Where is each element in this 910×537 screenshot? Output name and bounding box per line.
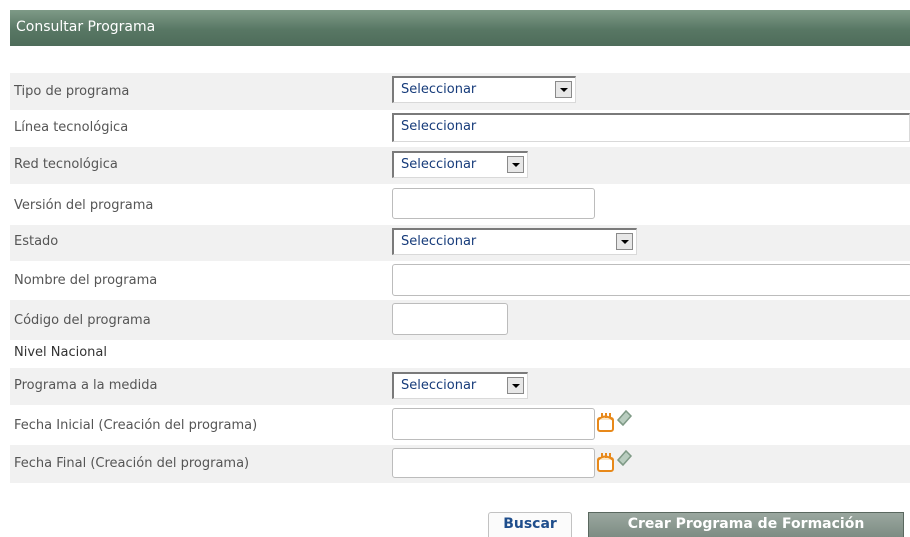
crear-programa-button[interactable]: Crear Programa de Formación <box>588 512 904 537</box>
label-nombre-programa: Nombre del programa <box>14 273 158 288</box>
linea-tecnologica-value: Seleccionar <box>401 119 477 134</box>
row-estado: Estado Seleccionar <box>10 225 910 261</box>
row-red-tecnologica: Red tecnológica Seleccionar <box>10 147 910 184</box>
label-red-tecnologica: Red tecnológica <box>14 157 118 172</box>
chevron-down-icon[interactable] <box>507 377 524 394</box>
row-tipo-programa: Tipo de programa Seleccionar <box>10 73 910 110</box>
row-fecha-final: Fecha Final (Creación del programa) <box>10 445 910 483</box>
programa-medida-select[interactable]: Seleccionar <box>392 372 528 399</box>
fecha-inicial-input[interactable] <box>392 408 595 440</box>
chevron-down-icon[interactable] <box>616 233 633 250</box>
estado-select[interactable]: Seleccionar <box>392 228 637 255</box>
label-linea-tecnologica: Línea tecnológica <box>14 120 129 135</box>
fecha-inicial-picker[interactable] <box>596 408 636 434</box>
tipo-programa-value: Seleccionar <box>401 82 477 97</box>
estado-value: Seleccionar <box>401 234 477 249</box>
row-codigo-programa: Código del programa <box>10 300 910 340</box>
label-programa-medida: Programa a la medida <box>14 378 158 393</box>
fecha-final-input[interactable] <box>392 448 595 478</box>
row-nombre-programa: Nombre del programa <box>10 261 910 300</box>
linea-tecnologica-select[interactable]: Seleccionar <box>392 113 910 142</box>
chevron-down-icon[interactable] <box>507 156 524 173</box>
red-tecnologica-select[interactable]: Seleccionar <box>392 151 528 178</box>
row-linea-tecnologica: Línea tecnológica Seleccionar <box>10 110 910 147</box>
calendar-icon[interactable] <box>597 453 614 472</box>
version-programa-input[interactable] <box>392 188 595 219</box>
row-programa-medida: Programa a la medida Seleccionar <box>10 368 910 405</box>
page-header: Consultar Programa <box>10 10 910 46</box>
label-codigo-programa: Código del programa <box>14 313 151 328</box>
label-version-programa: Versión del programa <box>14 198 154 213</box>
row-fecha-inicial: Fecha Inicial (Creación del programa) <box>10 405 910 445</box>
buscar-button[interactable]: Buscar <box>488 512 572 537</box>
red-tecnologica-value: Seleccionar <box>401 157 477 172</box>
row-nivel-nacional: Nivel Nacional <box>10 340 910 368</box>
label-fecha-inicial: Fecha Inicial (Creación del programa) <box>14 418 258 433</box>
chevron-down-icon[interactable] <box>555 81 572 98</box>
label-nivel-nacional: Nivel Nacional <box>14 345 107 360</box>
label-estado: Estado <box>14 234 59 249</box>
eraser-icon[interactable] <box>616 409 633 427</box>
page-title: Consultar Programa <box>16 19 156 35</box>
fecha-final-picker[interactable] <box>596 448 636 474</box>
eraser-icon[interactable] <box>616 449 633 467</box>
nombre-programa-input[interactable] <box>392 264 910 296</box>
label-tipo-programa: Tipo de programa <box>14 84 130 99</box>
codigo-programa-input[interactable] <box>392 303 508 335</box>
programa-medida-value: Seleccionar <box>401 378 477 393</box>
tipo-programa-select[interactable]: Seleccionar <box>392 76 576 103</box>
row-version-programa: Versión del programa <box>10 184 910 225</box>
label-fecha-final: Fecha Final (Creación del programa) <box>14 456 250 471</box>
calendar-icon[interactable] <box>597 413 614 432</box>
